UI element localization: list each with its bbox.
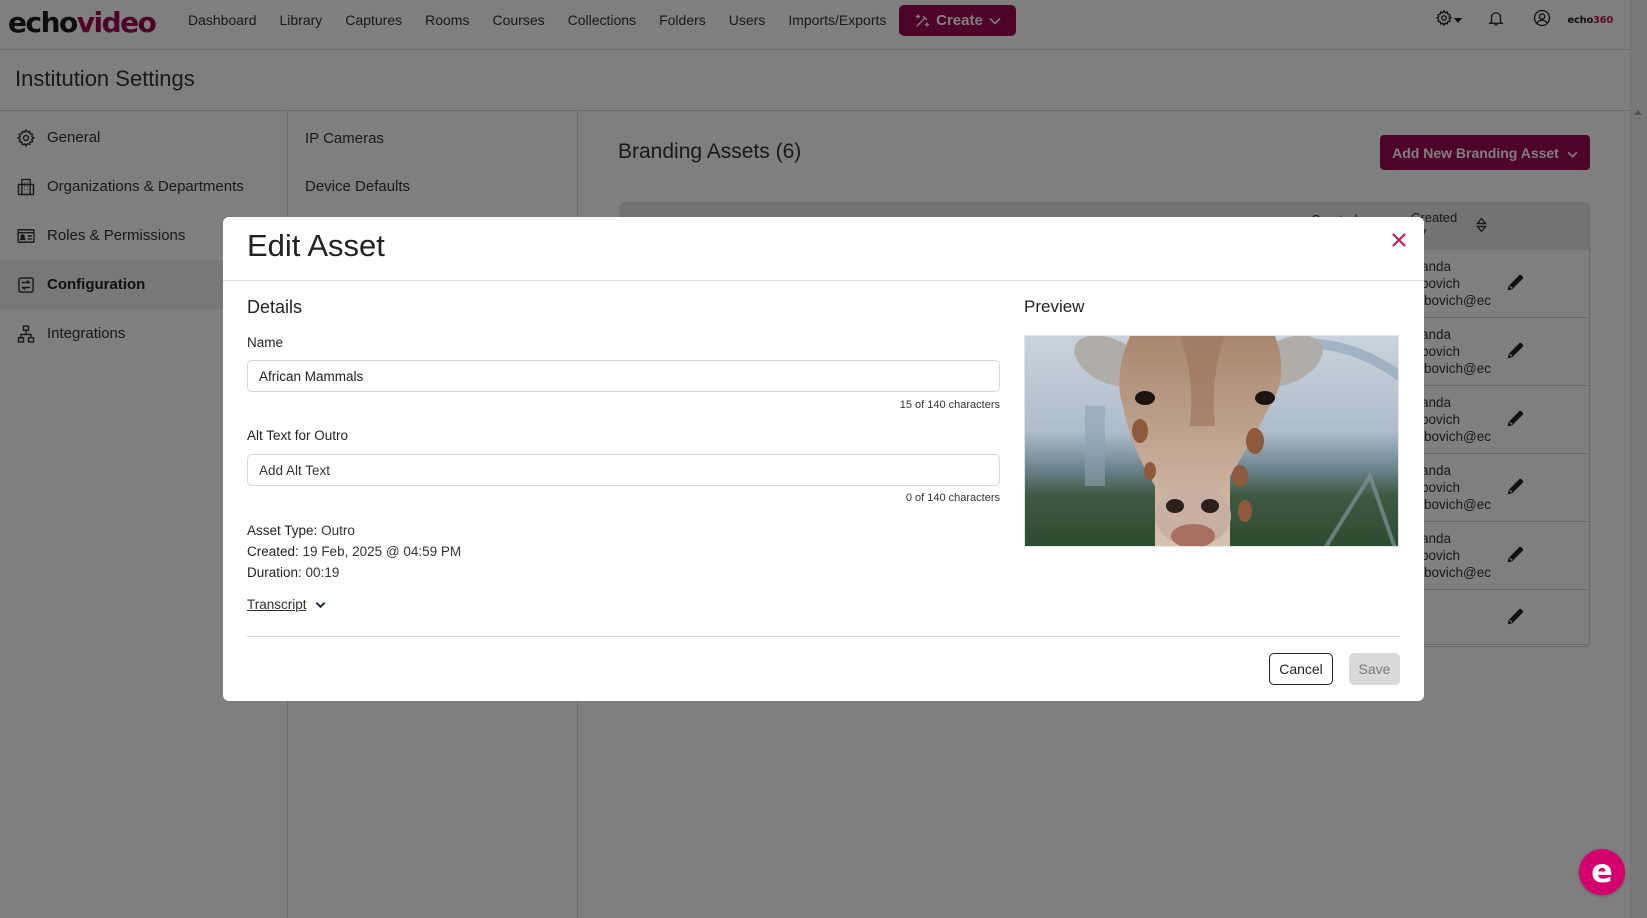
transcript-toggle[interactable]: Transcript xyxy=(247,597,326,612)
modal-footer-divider xyxy=(247,636,1400,637)
duration-value: 00:19 xyxy=(305,565,340,580)
alt-text-input[interactable] xyxy=(247,454,1000,486)
transcript-label: Transcript xyxy=(247,597,307,612)
created-value: 19 Feb, 2025 @ 04:59 PM xyxy=(302,544,462,559)
edit-asset-modal: Edit Asset Details Name 15 of 140 charac… xyxy=(223,217,1424,701)
duration-label: Duration: xyxy=(247,565,302,580)
echo-chat-icon: e xyxy=(1591,851,1613,890)
cancel-button[interactable]: Cancel xyxy=(1269,653,1333,685)
modal-header-divider xyxy=(223,280,1424,281)
preview-image xyxy=(1024,335,1399,547)
asset-type-value: Outro xyxy=(321,523,355,538)
name-character-counter: 15 of 140 characters xyxy=(899,399,1000,411)
modal-title: Edit Asset xyxy=(247,228,385,263)
close-button[interactable] xyxy=(1388,231,1410,253)
duration-row: Duration: 00:19 xyxy=(247,562,339,583)
created-row: Created: 19 Feb, 2025 @ 04:59 PM xyxy=(247,541,461,562)
asset-type-label: Asset Type: xyxy=(247,523,318,538)
save-button[interactable]: Save xyxy=(1349,653,1400,685)
chat-help-button[interactable]: e xyxy=(1579,849,1625,895)
chevron-down-icon xyxy=(315,597,326,612)
alt-text-character-counter: 0 of 140 characters xyxy=(905,492,1000,504)
created-label: Created: xyxy=(247,544,299,559)
asset-type-row: Asset Type: Outro xyxy=(247,520,355,541)
close-icon xyxy=(1392,233,1406,252)
alt-text-label: Alt Text for Outro xyxy=(247,428,349,443)
name-input[interactable] xyxy=(247,360,1000,392)
preview-heading: Preview xyxy=(1024,297,1085,316)
name-label: Name xyxy=(247,335,284,350)
details-heading: Details xyxy=(247,297,303,317)
